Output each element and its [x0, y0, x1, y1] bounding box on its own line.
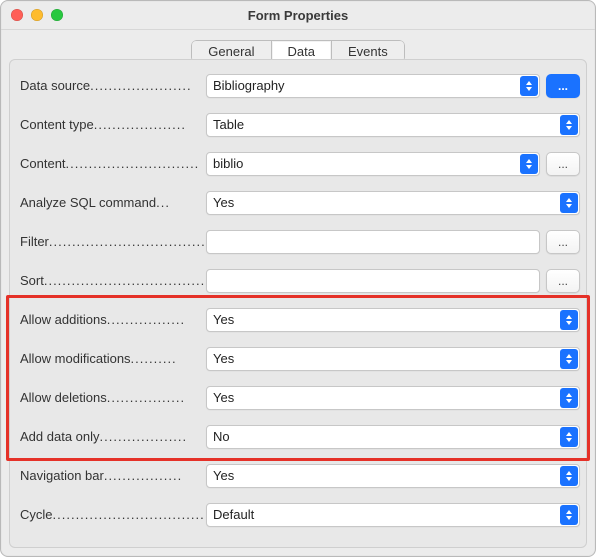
chevron-updown-icon: [520, 76, 538, 96]
field-sort[interactable]: [206, 269, 540, 293]
field-allow-additions[interactable]: Yes: [206, 308, 580, 332]
label-navigation-bar: Navigation bar.................: [16, 468, 206, 483]
chevron-updown-icon: [560, 349, 578, 369]
row-sort: Sort....................................…: [16, 261, 580, 300]
field-data-source[interactable]: Bibliography: [206, 74, 540, 98]
window-form-properties: Form Properties General Data Events Data…: [0, 0, 596, 557]
field-analyze-sql[interactable]: Yes: [206, 191, 580, 215]
field-allow-modifications[interactable]: Yes: [206, 347, 580, 371]
chevron-updown-icon: [560, 115, 578, 135]
row-filter: Filter..................................…: [16, 222, 580, 261]
row-navigation-bar: Navigation bar................. Yes: [16, 456, 580, 495]
edit-sort-button[interactable]: ...: [546, 269, 580, 293]
row-allow-additions: Allow additions................. Yes: [16, 300, 580, 339]
label-cycle: Cycle.................................: [16, 507, 206, 522]
field-add-data-only[interactable]: No: [206, 425, 580, 449]
minimize-icon[interactable]: [31, 9, 43, 21]
label-filter: Filter..................................: [16, 234, 206, 249]
chevron-updown-icon: [520, 154, 538, 174]
label-analyze-sql: Analyze SQL command...: [16, 195, 206, 210]
field-navigation-bar[interactable]: Yes: [206, 464, 580, 488]
label-content: Content.............................: [16, 156, 206, 171]
row-data-source: Data source...................... Biblio…: [16, 66, 580, 105]
window-title: Form Properties: [248, 8, 348, 23]
close-icon[interactable]: [11, 9, 23, 21]
row-cycle: Cycle................................. D…: [16, 495, 580, 534]
browse-data-source-button[interactable]: ...: [546, 74, 580, 98]
field-content-type[interactable]: Table: [206, 113, 580, 137]
label-allow-additions: Allow additions.................: [16, 312, 206, 327]
chevron-updown-icon: [560, 427, 578, 447]
label-content-type: Content type....................: [16, 117, 206, 132]
chevron-updown-icon: [560, 310, 578, 330]
chevron-updown-icon: [560, 388, 578, 408]
field-filter[interactable]: [206, 230, 540, 254]
row-content: Content............................. bib…: [16, 144, 580, 183]
zoom-icon[interactable]: [51, 9, 63, 21]
chevron-updown-icon: [560, 466, 578, 486]
row-allow-modifications: Allow modifications.......... Yes: [16, 339, 580, 378]
chevron-updown-icon: [560, 193, 578, 213]
field-allow-deletions[interactable]: Yes: [206, 386, 580, 410]
row-content-type: Content type.................... Table: [16, 105, 580, 144]
edit-filter-button[interactable]: ...: [546, 230, 580, 254]
row-allow-deletions: Allow deletions................. Yes: [16, 378, 580, 417]
chevron-updown-icon: [560, 505, 578, 525]
field-cycle[interactable]: Default: [206, 503, 580, 527]
label-allow-modifications: Allow modifications..........: [16, 351, 206, 366]
label-allow-deletions: Allow deletions.................: [16, 390, 206, 405]
row-analyze-sql: Analyze SQL command... Yes: [16, 183, 580, 222]
properties-panel: Data source...................... Biblio…: [9, 59, 587, 548]
label-data-source: Data source......................: [16, 78, 206, 93]
label-add-data-only: Add data only...................: [16, 429, 206, 444]
browse-content-button[interactable]: ...: [546, 152, 580, 176]
label-sort: Sort....................................: [16, 273, 206, 288]
row-add-data-only: Add data only................... No: [16, 417, 580, 456]
field-content[interactable]: biblio: [206, 152, 540, 176]
titlebar: Form Properties: [1, 1, 595, 30]
window-controls: [11, 9, 63, 21]
